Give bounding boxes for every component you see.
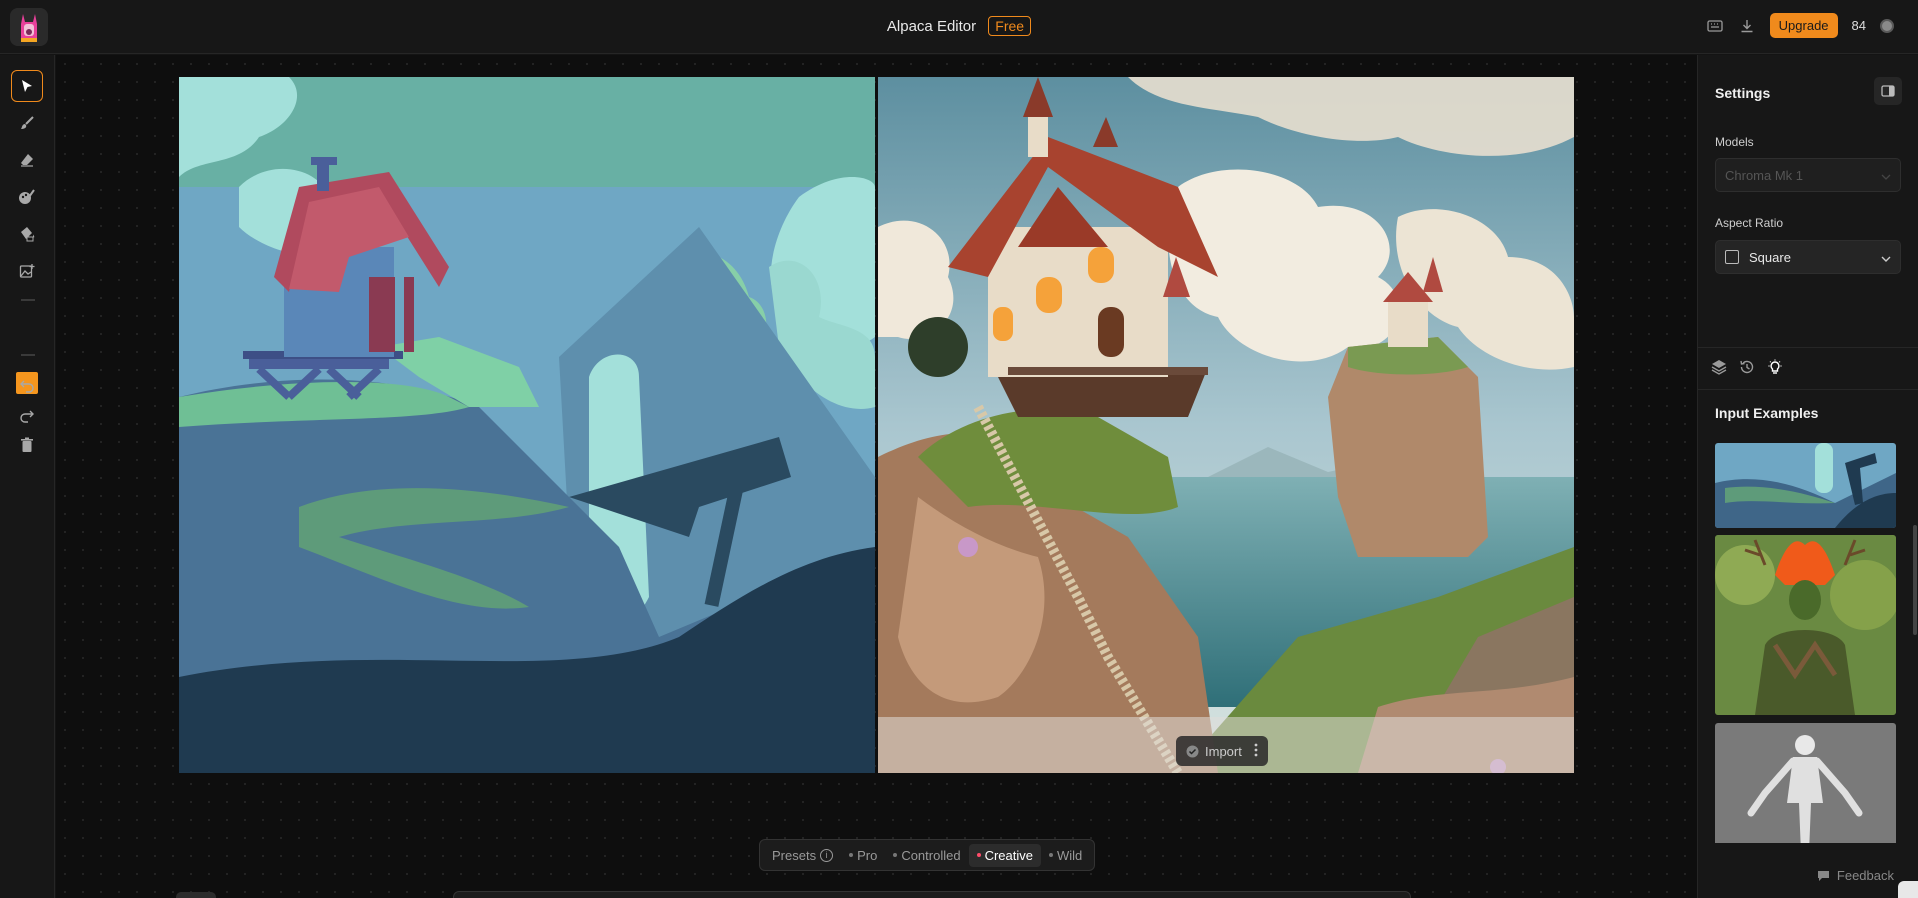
undo-icon[interactable]: [11, 369, 43, 401]
check-circle-icon: [1186, 745, 1199, 757]
download-icon[interactable]: [1738, 17, 1756, 35]
preset-wild[interactable]: Wild: [1041, 844, 1090, 867]
panel-divider: [1698, 389, 1918, 390]
canvas-area[interactable]: Import Presets i Pro Controlled Creative…: [56, 55, 1697, 898]
panel-tabs: [1710, 358, 1784, 376]
side-drawer-tab[interactable]: [1898, 881, 1918, 898]
chat-bubble-icon: [1817, 870, 1829, 881]
title-area: Alpaca Editor Free: [0, 16, 1918, 36]
trash-icon[interactable]: [11, 429, 43, 461]
prompt-bar: [453, 891, 1411, 898]
settings-panel: Settings Models Chroma Mk 1 Aspect Ratio…: [1697, 55, 1918, 898]
paint-bucket-icon[interactable]: [11, 218, 43, 250]
input-examples-list: [1715, 443, 1897, 843]
import-button[interactable]: Import: [1186, 744, 1242, 759]
app-title: Alpaca Editor: [886, 18, 977, 35]
cursor-arrow-icon[interactable]: [11, 70, 43, 102]
aspect-ratio-label: Aspect Ratio: [1715, 216, 1784, 230]
eraser-icon[interactable]: [11, 144, 43, 176]
layers-icon[interactable]: [1710, 358, 1728, 376]
redo-icon[interactable]: [11, 399, 43, 431]
left-toolbar: [0, 55, 55, 898]
example-thumbnail[interactable]: [1715, 723, 1896, 843]
preset-selector: Presets i Pro Controlled Creative Wild: [759, 839, 1096, 871]
examples-scrollbar[interactable]: [1913, 525, 1917, 635]
palette-brush-icon[interactable]: [11, 181, 43, 213]
toolbar-divider: [21, 299, 35, 301]
sidebar-toggle-icon: [1881, 85, 1895, 97]
preset-pro[interactable]: Pro: [841, 844, 885, 867]
presets-label[interactable]: Presets i: [764, 844, 841, 867]
history-icon[interactable]: [1738, 358, 1756, 376]
upgrade-button[interactable]: Upgrade: [1769, 13, 1838, 38]
square-icon: [1725, 250, 1739, 264]
import-label: Import: [1205, 743, 1242, 759]
model-value: Chroma Mk 1: [1725, 167, 1804, 183]
settings-title: Settings: [1715, 85, 1771, 101]
top-right-actions: Upgrade 84: [1706, 13, 1894, 38]
toolbar-divider: [21, 354, 35, 356]
collapse-panel-button[interactable]: [1874, 77, 1902, 105]
generated-output-image[interactable]: [878, 77, 1574, 773]
chevron-down-icon: [1881, 168, 1891, 183]
chevron-down-icon: [1881, 250, 1891, 265]
aspect-ratio-value: Square: [1749, 249, 1791, 265]
model-select[interactable]: Chroma Mk 1: [1715, 158, 1901, 192]
import-toolbar: Import: [1176, 736, 1268, 766]
feedback-button[interactable]: Feedback: [1817, 868, 1894, 883]
feedback-label: Feedback: [1836, 868, 1894, 883]
panel-divider: [1698, 347, 1918, 348]
top-bar: Alpaca Editor Free Upgrade 84: [0, 0, 1918, 54]
plan-badge[interactable]: Free: [988, 16, 1032, 36]
more-options-icon[interactable]: [1254, 743, 1258, 760]
credits-count: 84: [1851, 18, 1866, 33]
example-thumbnail[interactable]: [1715, 443, 1896, 528]
keyboard-icon[interactable]: [1706, 17, 1724, 35]
credits-icon: [1880, 18, 1894, 33]
lightbulb-icon[interactable]: [1766, 358, 1784, 376]
preset-creative[interactable]: Creative: [968, 843, 1041, 867]
example-thumbnail[interactable]: [1715, 535, 1896, 715]
aspect-ratio-select[interactable]: Square: [1715, 240, 1901, 274]
image-add-icon[interactable]: [11, 255, 43, 287]
preset-controlled[interactable]: Controlled: [885, 844, 968, 867]
sketch-input-image[interactable]: [179, 77, 875, 773]
info-icon[interactable]: i: [820, 848, 834, 862]
input-examples-title: Input Examples: [1715, 405, 1819, 421]
split-view-toggle[interactable]: [176, 892, 216, 898]
models-label: Models: [1715, 135, 1754, 149]
brush-icon[interactable]: [11, 107, 43, 139]
